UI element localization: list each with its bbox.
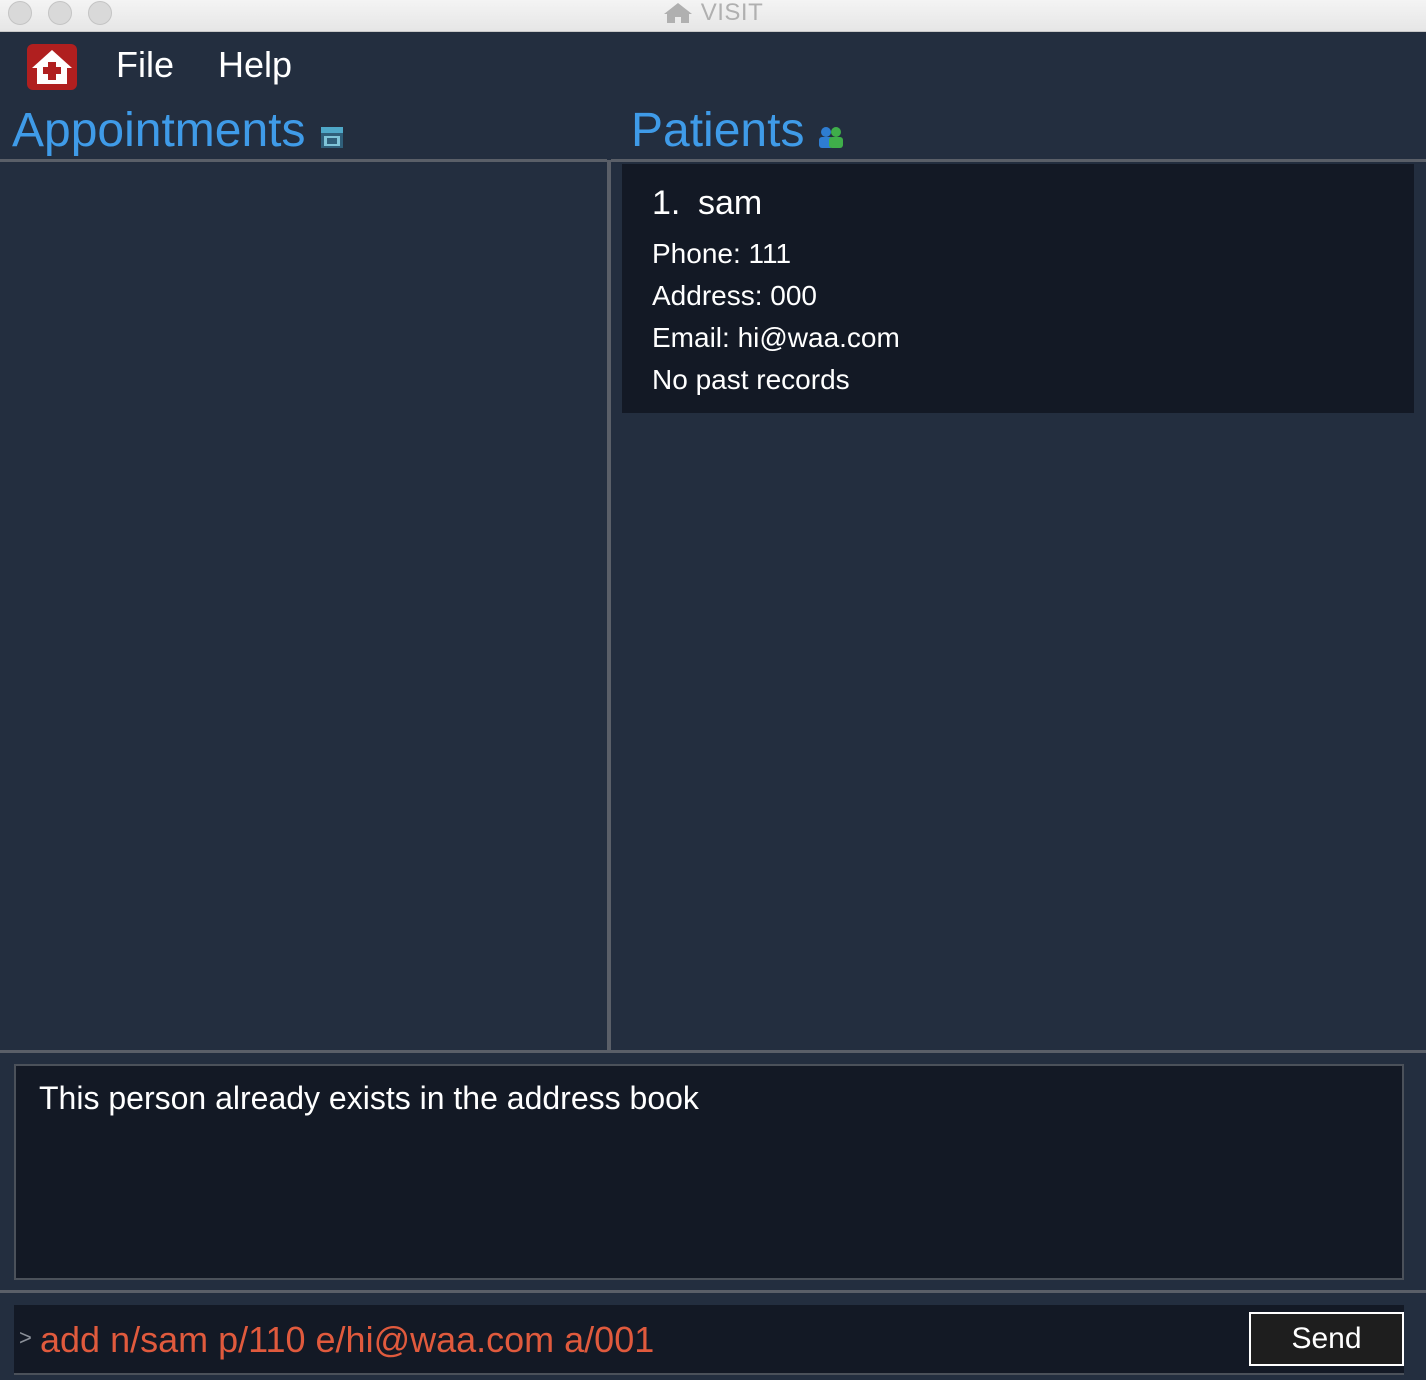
people-icon: [819, 127, 844, 148]
result-message: This person already exists in the addres…: [39, 1080, 699, 1116]
send-button[interactable]: Send: [1249, 1312, 1404, 1366]
patients-list[interactable]: 1. sam Phone: 111 Address: 000 Email: hi@…: [611, 162, 1426, 1050]
patient-records: No past records: [652, 364, 850, 395]
patient-card[interactable]: 1. sam Phone: 111 Address: 000 Email: hi@…: [622, 164, 1414, 413]
house-cross-icon: [27, 44, 77, 90]
menu-help[interactable]: Help: [218, 44, 292, 86]
result-divider: [0, 1050, 1426, 1053]
house-icon: [663, 3, 692, 23]
appointments-list[interactable]: [0, 162, 607, 1050]
patient-index: 1.: [652, 184, 681, 222]
command-prompt: >: [19, 1325, 32, 1350]
patient-name-line: 1. sam: [652, 184, 762, 223]
patients-title: Patients: [631, 103, 805, 157]
appointments-header: Appointments: [12, 100, 344, 160]
patient-phone: Phone: 111: [652, 238, 792, 269]
patient-address: Address: 000: [652, 280, 817, 311]
command-input[interactable]: [40, 1315, 1220, 1365]
window-titlebar: VISIT: [0, 0, 1426, 32]
result-display: This person already exists in the addres…: [14, 1064, 1404, 1280]
patient-email: Email: hi@waa.com: [652, 322, 900, 353]
patient-name: sam: [698, 184, 763, 222]
calendar-icon: [320, 127, 343, 148]
command-divider: [0, 1290, 1426, 1293]
appointments-title: Appointments: [12, 103, 306, 157]
window-title: VISIT: [700, 0, 764, 26]
patients-header: Patients: [631, 100, 844, 160]
menu-file[interactable]: File: [116, 44, 174, 86]
menu-bar: File Help: [0, 32, 1426, 98]
command-box: >: [14, 1305, 1404, 1375]
